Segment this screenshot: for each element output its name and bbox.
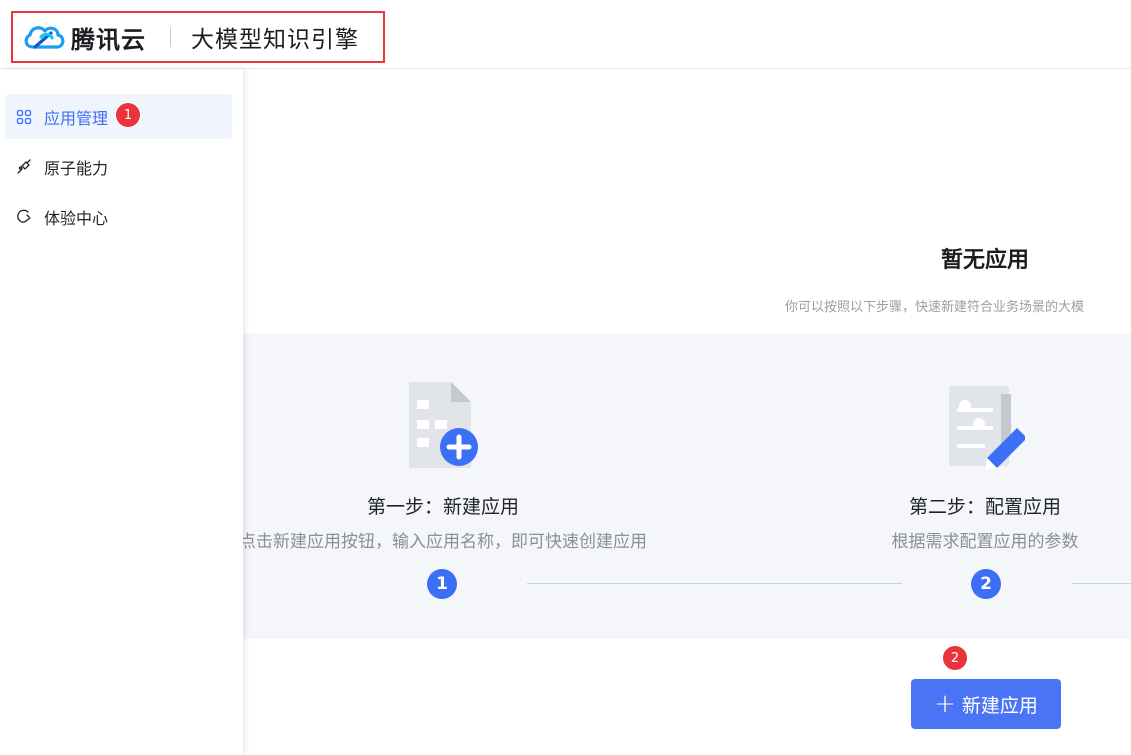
sidebar-item-label: 体验中心 <box>44 208 109 228</box>
step-badge-1: 1 <box>115 102 141 128</box>
step-connector <box>1072 583 1131 584</box>
atom-icon <box>16 158 32 175</box>
brand-name: 腾讯云 <box>71 25 146 54</box>
step-connector <box>527 583 902 584</box>
step-title: 第一步：新建应用 <box>366 496 519 518</box>
empty-state-title: 暂无应用 <box>940 248 1029 273</box>
step-description: 点击新建应用按钮，输入应用名称，即可快速创建应用 <box>243 532 647 552</box>
tencent-cloud-logo-icon <box>24 26 65 49</box>
step-number: 1 <box>427 569 457 599</box>
sidebar: 应用管理 1 原子能力 体验中心 <box>0 69 243 755</box>
step-badge-2: 2 <box>942 645 968 671</box>
new-application-button[interactable]: + 新建应用 <box>911 679 1061 729</box>
new-application-label: 新建应用 <box>961 694 1038 717</box>
sidebar-item-atomic-capabilities[interactable]: 原子能力 <box>5 144 232 189</box>
sidebar-item-label: 应用管理 <box>44 108 109 128</box>
empty-state-description: 你可以按照以下步骤，快速新建符合业务场景的大模 <box>785 300 1085 314</box>
sidebar-item-label: 原子能力 <box>44 158 109 178</box>
step-description: 根据需求配置应用的参数 <box>891 532 1079 552</box>
new-document-icon <box>409 382 478 468</box>
sidebar-item-experience-center[interactable]: 体验中心 <box>5 194 232 239</box>
step-title: 第二步：配置应用 <box>908 496 1061 518</box>
experience-icon <box>16 209 32 225</box>
step-number: 2 <box>971 569 1001 599</box>
grid-icon <box>16 109 32 125</box>
steps-panel: 第一步：新建应用 点击新建应用按钮，输入应用名称，即可快速创建应用 1 第二步：… <box>243 334 1131 639</box>
config-edit-icon <box>949 386 1025 470</box>
brand-separator <box>170 27 171 47</box>
brand-header[interactable]: 腾讯云 大模型知识引擎 <box>11 11 385 63</box>
product-name: 大模型知识引擎 <box>191 27 359 53</box>
plus-icon: + <box>934 689 956 719</box>
sidebar-item-app-management[interactable]: 应用管理 1 <box>5 94 232 139</box>
top-bar: 腾讯云 大模型知识引擎 <box>0 0 1131 69</box>
